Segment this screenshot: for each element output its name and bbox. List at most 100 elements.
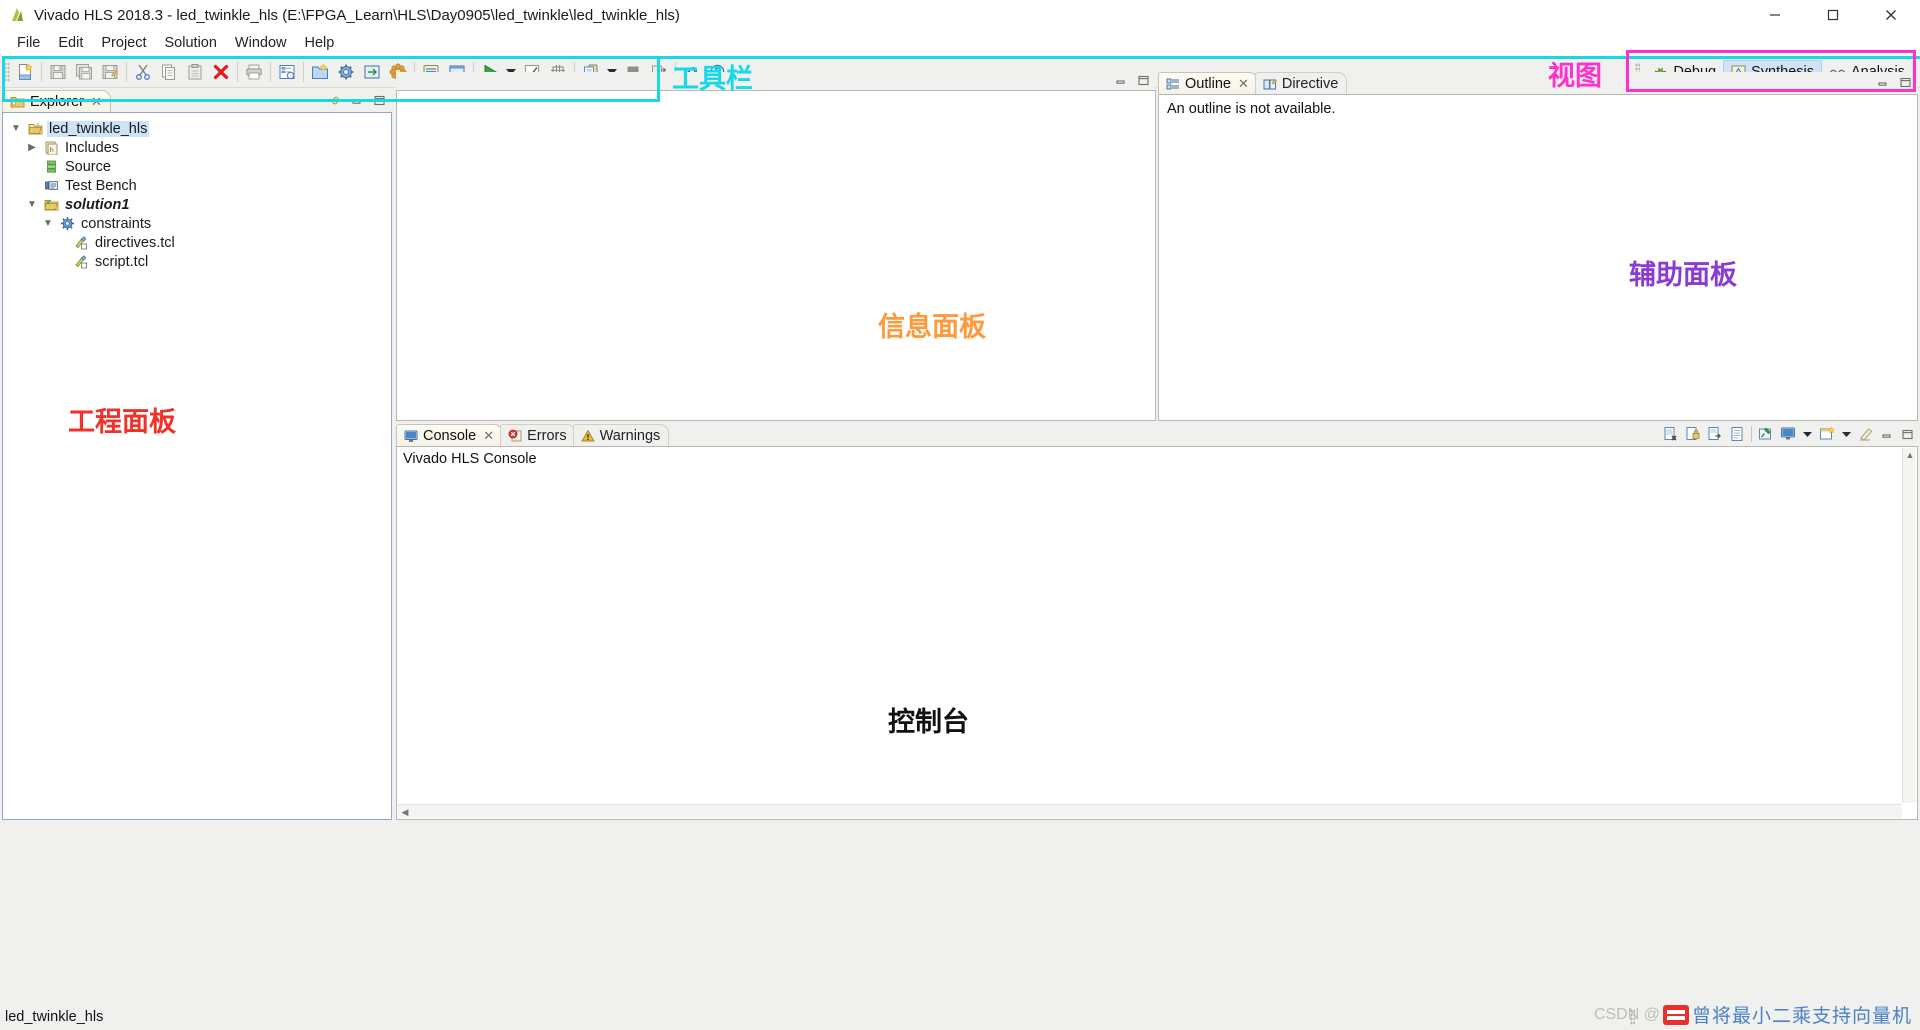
lock-scroll-icon[interactable] — [1685, 426, 1701, 442]
svg-text:h: h — [49, 146, 53, 154]
tab-directive[interactable]: Directive — [1254, 72, 1348, 94]
tab-outline-label: Outline — [1185, 75, 1231, 92]
editor-maximize-icon[interactable] — [1136, 73, 1150, 87]
chevron-down-icon[interactable]: ▼ — [25, 199, 39, 210]
menu-item-file[interactable]: File — [8, 33, 49, 53]
console-minimize-icon[interactable] — [1880, 427, 1894, 441]
menu-item-project[interactable]: Project — [92, 33, 155, 53]
status-bar: led_twinkle_hls CSDN @ 曾将最小二乘支持向量机 — [0, 1004, 1920, 1030]
editor-minimize-icon[interactable] — [1114, 73, 1128, 87]
tab-warnings[interactable]: Warnings — [572, 424, 670, 446]
menu-item-help[interactable]: Help — [296, 33, 344, 53]
tree-item-includes[interactable]: ▶ h Includes — [3, 138, 391, 157]
scroll-up-arrow[interactable]: ▲ — [1903, 448, 1917, 462]
tree-item-constraints[interactable]: ▼ constraints — [3, 214, 391, 233]
save-all-icon[interactable] — [71, 59, 97, 85]
maximize-button[interactable] — [1804, 0, 1862, 30]
save-icon[interactable] — [45, 59, 71, 85]
editor-tabstrip — [396, 72, 1156, 90]
display-selected-console-icon[interactable] — [1780, 426, 1796, 442]
save-as-icon[interactable] — [97, 59, 123, 85]
tree-item-solution1[interactable]: ▼ solution1 — [3, 195, 391, 214]
solution-settings-icon[interactable] — [333, 59, 359, 85]
toolbar-separator — [237, 61, 238, 82]
menu-item-edit[interactable]: Edit — [49, 33, 92, 53]
tab-explorer[interactable]: Explorer ✕ — [2, 90, 111, 112]
vivado-hls-icon — [12, 8, 23, 21]
explorer-minimize-icon[interactable] — [350, 93, 364, 107]
chevron-right-icon[interactable]: ▶ — [25, 142, 39, 153]
outline-maximize-icon[interactable] — [1898, 75, 1912, 89]
explorer-maximize-icon[interactable] — [372, 93, 386, 107]
minimize-button[interactable] — [1746, 0, 1804, 30]
warnings-icon — [580, 429, 595, 441]
compare-reports-icon[interactable] — [359, 59, 385, 85]
tree-label: led_twinkle_hls — [47, 120, 150, 137]
console-horizontal-scrollbar[interactable]: ◀ — [398, 804, 1902, 818]
display-console-caret[interactable] — [1802, 426, 1813, 442]
console-body[interactable]: Vivado HLS Console ▲ ◀ — [396, 446, 1918, 820]
explorer-panel: Explorer ✕ ▼ c led_twinkle_hls ▶ h Inclu… — [2, 90, 392, 820]
project-folder-icon: c — [27, 121, 43, 137]
toolbar-separator — [126, 61, 127, 82]
copy-icon[interactable] — [156, 59, 182, 85]
tcl-file-icon — [73, 254, 89, 270]
outline-panel-controls — [1876, 75, 1912, 89]
outline-tabstrip: Outline ✕ Directive — [1158, 72, 1918, 94]
tab-errors[interactable]: Errors — [500, 424, 576, 446]
tab-directive-label: Directive — [1281, 75, 1339, 92]
tree-item-led-twinkle-hls[interactable]: ▼ c led_twinkle_hls — [3, 119, 391, 138]
csdn-logo-icon — [1662, 1004, 1689, 1025]
tab-console[interactable]: Console ✕ — [396, 424, 504, 446]
toolbar-grip[interactable] — [4, 61, 10, 82]
open-console-caret[interactable] — [1841, 426, 1852, 442]
tree-label: Test Bench — [65, 177, 137, 194]
cut-icon[interactable] — [130, 59, 156, 85]
pin-console-icon[interactable] — [1758, 426, 1774, 442]
console-toolbar — [1663, 426, 1914, 442]
constraints-gear-icon — [59, 216, 75, 232]
chevron-down-icon[interactable]: ▼ — [41, 218, 55, 229]
delete-icon[interactable] — [208, 59, 234, 85]
tab-explorer-close[interactable]: ✕ — [91, 94, 102, 110]
paste-icon[interactable] — [182, 59, 208, 85]
tree-label: Includes — [65, 139, 120, 156]
print-icon[interactable] — [241, 59, 267, 85]
new-solution-icon[interactable] — [307, 59, 333, 85]
tree-label: directives.tcl — [95, 234, 175, 251]
outline-minimize-icon[interactable] — [1876, 75, 1890, 89]
console-maximize-icon[interactable] — [1900, 427, 1914, 441]
scroll-left-arrow[interactable]: ◀ — [398, 805, 412, 819]
tree-label: constraints — [81, 215, 152, 232]
tab-console-close[interactable]: ✕ — [483, 428, 494, 444]
menu-item-solution[interactable]: Solution — [156, 33, 226, 53]
window-controls — [1746, 0, 1920, 30]
chevron-down-icon[interactable]: ▼ — [9, 123, 23, 134]
project-settings-icon[interactable] — [274, 59, 300, 85]
editor-body[interactable] — [396, 90, 1156, 421]
editor-panel — [396, 72, 1156, 421]
new-file-icon[interactable] — [12, 59, 38, 85]
tree-item-test-bench[interactable]: Test Bench — [3, 176, 391, 195]
tree-item-directives-tcl[interactable]: directives.tcl — [3, 233, 391, 252]
open-console-icon[interactable] — [1819, 426, 1835, 442]
clear-console-icon[interactable] — [1663, 426, 1679, 442]
show-console-icon[interactable] — [1729, 426, 1745, 442]
erase-icon[interactable] — [1858, 426, 1874, 442]
close-button[interactable] — [1862, 0, 1920, 30]
outline-message: An outline is not available. — [1167, 101, 1336, 117]
console-toolbar-separator — [1751, 426, 1752, 442]
scroll-lock-icon[interactable] — [1707, 426, 1723, 442]
tab-console-label: Console — [423, 427, 477, 444]
tree-item-source[interactable]: Source — [3, 157, 391, 176]
console-vertical-scrollbar[interactable]: ▲ — [1902, 448, 1916, 803]
tree-label: solution1 — [65, 196, 130, 213]
outline-body: An outline is not available. — [1158, 94, 1918, 421]
tab-outline-close[interactable]: ✕ — [1238, 76, 1249, 92]
console-header: Vivado HLS Console — [403, 451, 537, 467]
tree-item-script-tcl[interactable]: script.tcl — [3, 252, 391, 271]
toolbar-separator — [41, 61, 42, 82]
link-filter-icon[interactable] — [328, 93, 342, 107]
menu-item-window[interactable]: Window — [226, 33, 296, 53]
tab-outline[interactable]: Outline ✕ — [1158, 72, 1258, 94]
